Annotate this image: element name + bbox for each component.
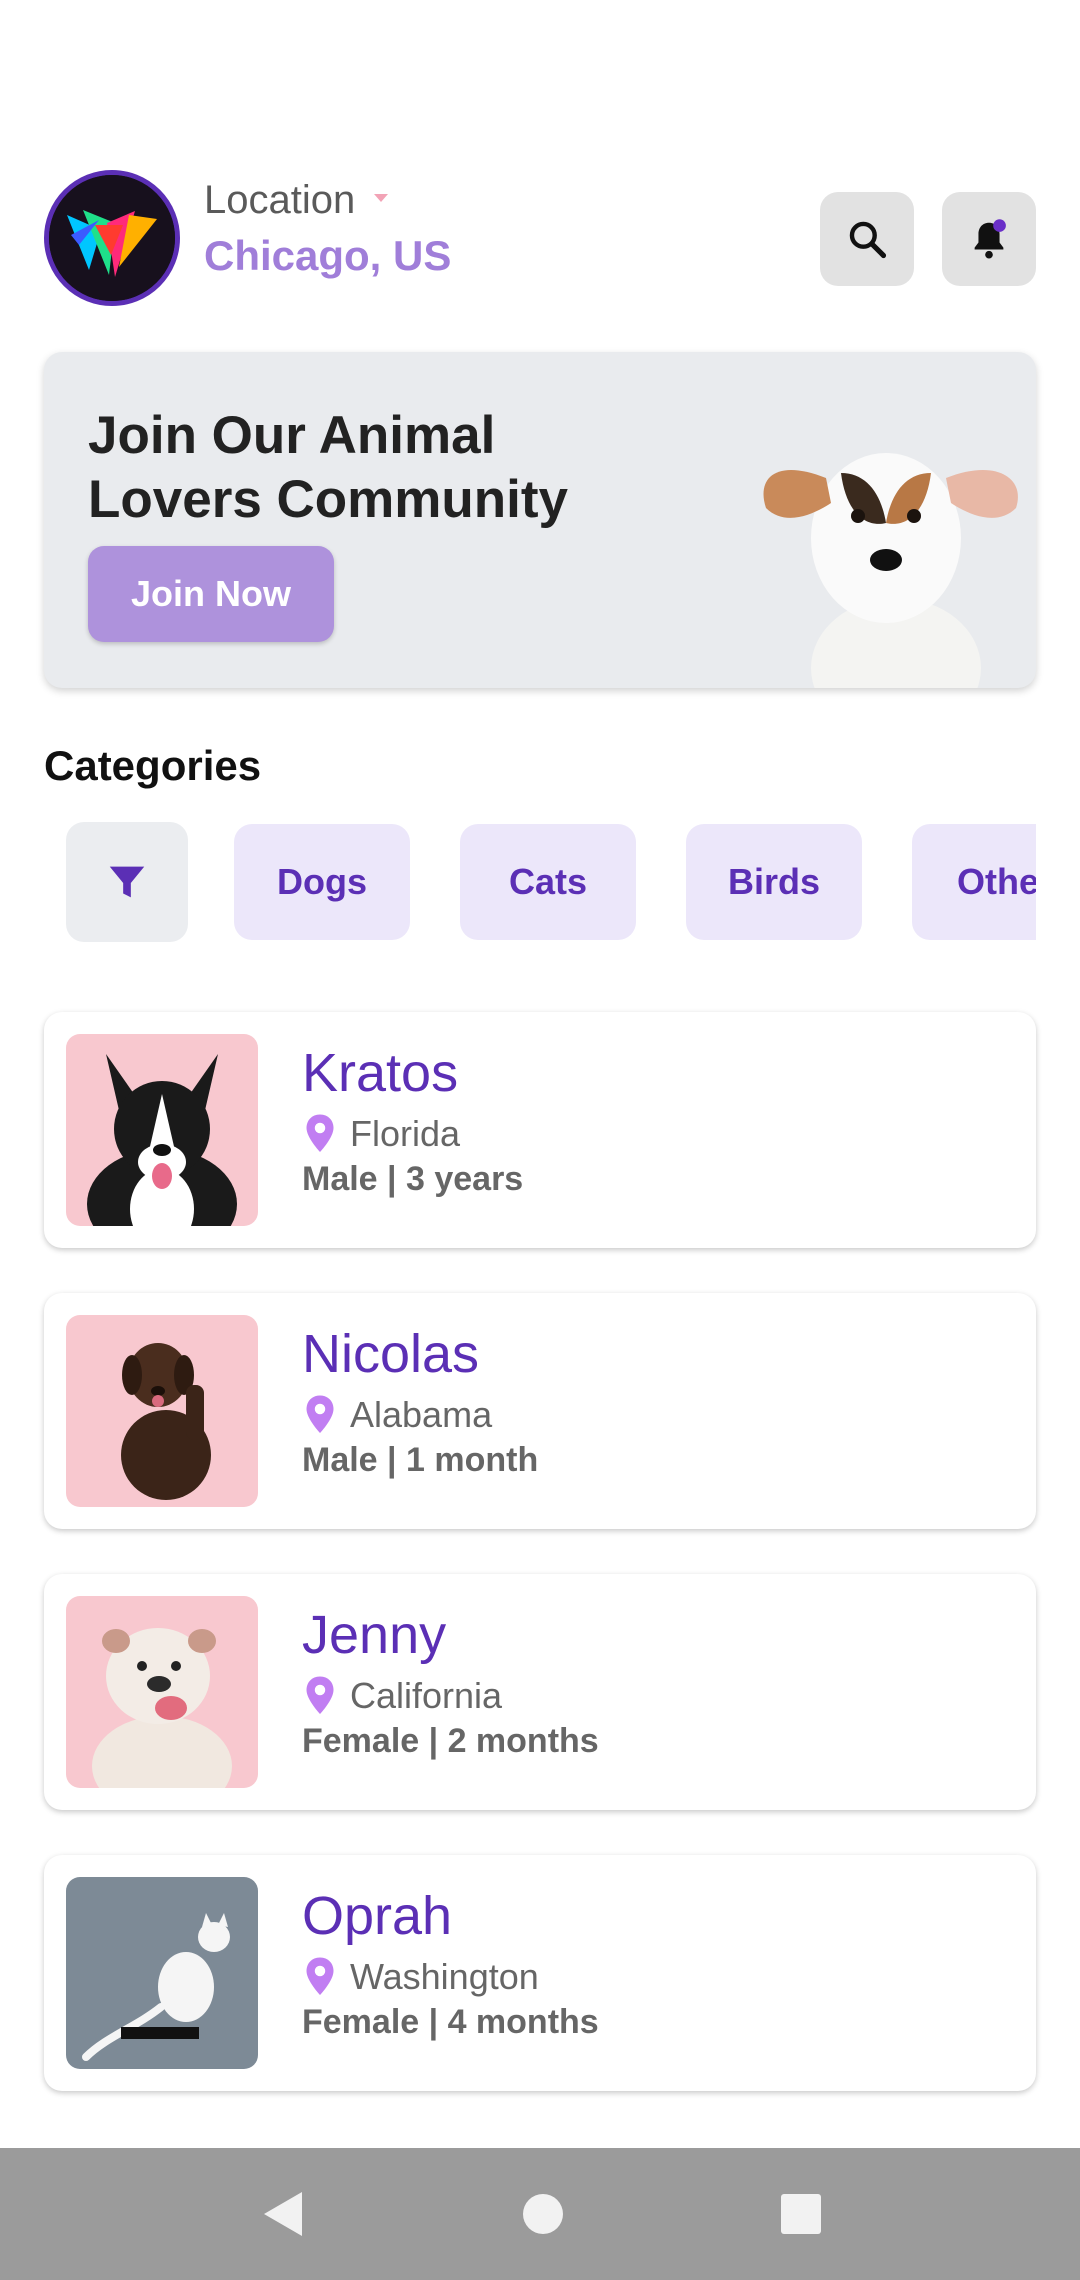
pet-location: Florida: [350, 1113, 461, 1154]
chevron-down-icon[interactable]: [374, 194, 388, 202]
pet-photo: [66, 1596, 258, 1788]
search-button[interactable]: [820, 192, 914, 286]
pet-location-row: Florida: [302, 1112, 460, 1156]
community-banner: Join Our Animal Lovers Community Join No…: [44, 352, 1036, 688]
pet-name: Kratos: [302, 1043, 459, 1103]
category-chip-birds[interactable]: Birds: [686, 824, 862, 940]
pet-photo: [66, 1877, 258, 2069]
category-chip-cats[interactable]: Cats: [460, 824, 636, 940]
location-label: Location: [204, 178, 356, 222]
pet-name: Jenny: [302, 1605, 447, 1665]
home-circle-icon[interactable]: [521, 2192, 565, 2236]
recents-square-icon[interactable]: [780, 2193, 822, 2235]
categories-heading: Categories: [44, 742, 262, 789]
search-icon: [849, 221, 887, 259]
filter-icon: [109, 866, 145, 898]
banner-title: Join Our Animal Lovers Community: [88, 406, 569, 529]
pet-card-kratos[interactable]: Kratos Florida Male | 3 years: [44, 1012, 1036, 1248]
pet-meta: Male | 3 years: [302, 1160, 524, 1198]
pet-meta: Male | 1 month: [302, 1441, 539, 1479]
pet-location-row: California: [302, 1674, 502, 1718]
notifications-button[interactable]: [942, 192, 1036, 286]
status-bar: [0, 0, 1080, 80]
location-value[interactable]: Chicago, US: [204, 232, 451, 280]
bell-icon: [974, 219, 1006, 259]
pet-card-oprah[interactable]: Oprah Washington Female | 4 months: [44, 1855, 1036, 2091]
pet-photo: [66, 1315, 258, 1507]
pet-location-row: Washington: [302, 1955, 539, 1999]
pet-name: Oprah: [302, 1886, 453, 1946]
banner-dog-image: [763, 453, 1018, 688]
category-chip-dogs[interactable]: Dogs: [234, 824, 410, 940]
pet-meta: Female | 2 months: [302, 1722, 599, 1760]
location-pin-icon: [306, 1395, 334, 1433]
pet-card-jenny[interactable]: Jenny California Female | 2 months: [44, 1574, 1036, 1810]
location-pin-icon: [306, 1676, 334, 1714]
pet-card-nicolas[interactable]: Nicolas Alabama Male | 1 month: [44, 1293, 1036, 1529]
pet-location-row: Alabama: [302, 1393, 492, 1437]
back-triangle-icon[interactable]: [258, 2188, 306, 2240]
system-nav-bar: [0, 2148, 1080, 2280]
location-pin-icon: [306, 1114, 334, 1152]
pet-location: Alabama: [350, 1394, 493, 1435]
app-header: Location Chicago, US: [44, 170, 1036, 310]
pet-name: Nicolas: [302, 1324, 480, 1384]
avatar[interactable]: [44, 170, 180, 306]
filter-button[interactable]: [66, 822, 188, 942]
location-pin-icon: [306, 1957, 334, 1995]
category-list: Dogs Cats Birds Othe: [44, 820, 1036, 942]
pet-location: Washington: [350, 1956, 539, 1997]
pet-meta: Female | 4 months: [302, 2003, 599, 2041]
category-chip-other[interactable]: Othe: [912, 824, 1036, 940]
pet-photo: [66, 1034, 258, 1226]
pet-location: California: [350, 1675, 503, 1716]
join-now-button[interactable]: Join Now: [88, 546, 334, 642]
